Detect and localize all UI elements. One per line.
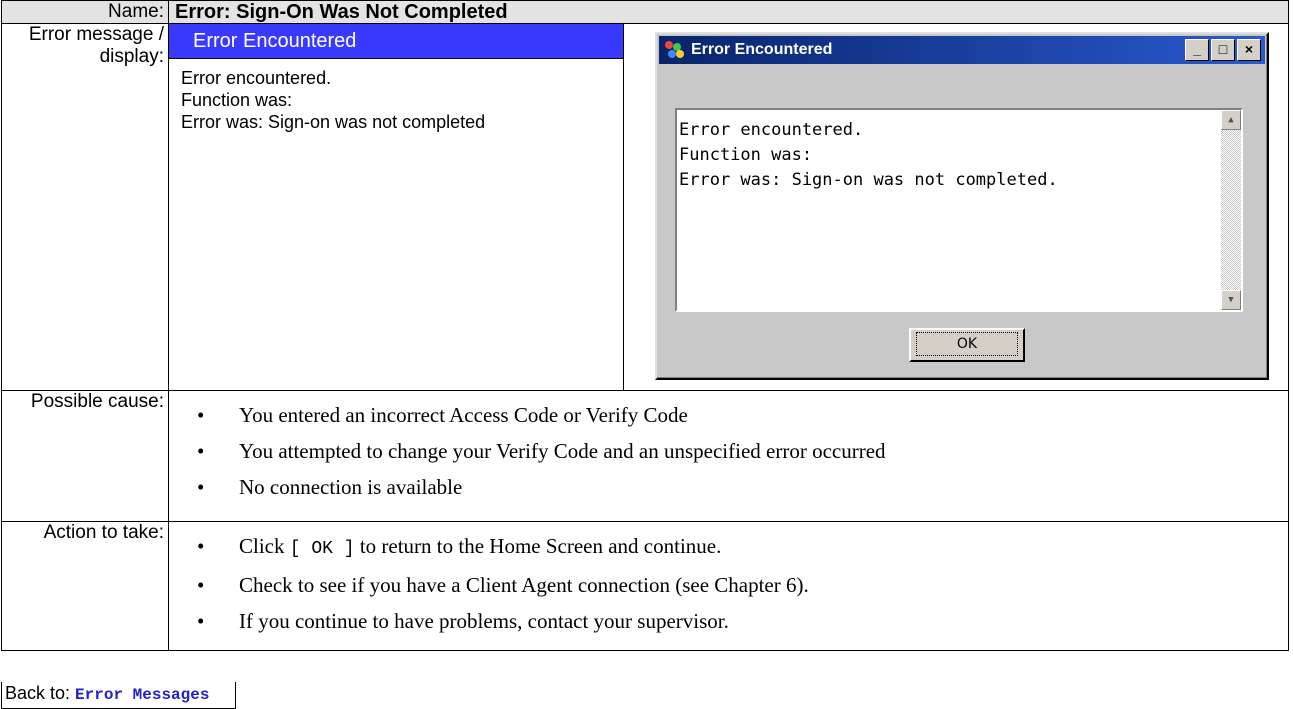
ok-button-label: OK (916, 332, 1018, 356)
maximize-button[interactable]: □ (1211, 39, 1235, 61)
simple-error-line: Error encountered. (181, 68, 332, 88)
ok-button[interactable]: OK (909, 328, 1025, 362)
close-button[interactable]: × (1237, 39, 1261, 61)
simple-error-display: Error Encountered Error encountered. Fun… (169, 24, 624, 390)
action-item: Check to see if you have a Client Agent … (197, 567, 1288, 603)
simple-error-line: Function was: (181, 90, 293, 110)
dialog-line: Error was: Sign-on was not completed. (679, 170, 1058, 190)
action-item: Click [ OK ] to return to the Home Scree… (197, 528, 1288, 567)
action-text: to return to the Home Screen and continu… (354, 534, 722, 558)
minimize-button[interactable]: _ (1185, 39, 1209, 61)
app-icon (665, 41, 685, 59)
error-message-label: Error message / display: (1, 23, 169, 391)
dialog-line: Error encountered. (679, 120, 864, 140)
dialog-message-area[interactable]: Error encountered. Function was: Error w… (675, 108, 1243, 312)
dialog-line: Function was: (679, 145, 813, 165)
simple-error-line: Error was: Sign-on was not completed (181, 112, 486, 132)
action-label: Action to take: (1, 521, 169, 651)
scroll-down-icon[interactable]: ▼ (1221, 290, 1241, 310)
dialog-title: Error Encountered (691, 41, 833, 58)
scroll-up-icon[interactable]: ▲ (1221, 110, 1241, 130)
vertical-scrollbar[interactable]: ▲ ▼ (1221, 110, 1241, 310)
error-info-table: Name: Error: Sign-On Was Not Completed E… (1, 0, 1289, 651)
cause-item: No connection is available (197, 469, 1288, 505)
error-messages-link[interactable]: Error Messages (75, 686, 209, 704)
cause-item: You attempted to change your Verify Code… (197, 433, 1288, 469)
simple-error-title: Error Encountered (169, 24, 623, 58)
error-name: Error: Sign-On Was Not Completed (175, 1, 508, 23)
cause-item: You entered an incorrect Access Code or … (197, 397, 1288, 433)
back-navigation: Back to: Error Messages (1, 682, 236, 709)
dialog-titlebar[interactable]: Error Encountered _ □ × (659, 36, 1265, 64)
back-label: Back to: (5, 683, 76, 703)
ok-code: [ OK ] (289, 539, 355, 559)
possible-cause-label: Possible cause: (1, 390, 169, 522)
action-item: If you continue to have problems, contac… (197, 603, 1288, 639)
action-text: Click (239, 534, 290, 558)
name-label: Name: (1, 0, 169, 24)
error-dialog: Error Encountered _ □ × Error encountere… (655, 32, 1269, 380)
